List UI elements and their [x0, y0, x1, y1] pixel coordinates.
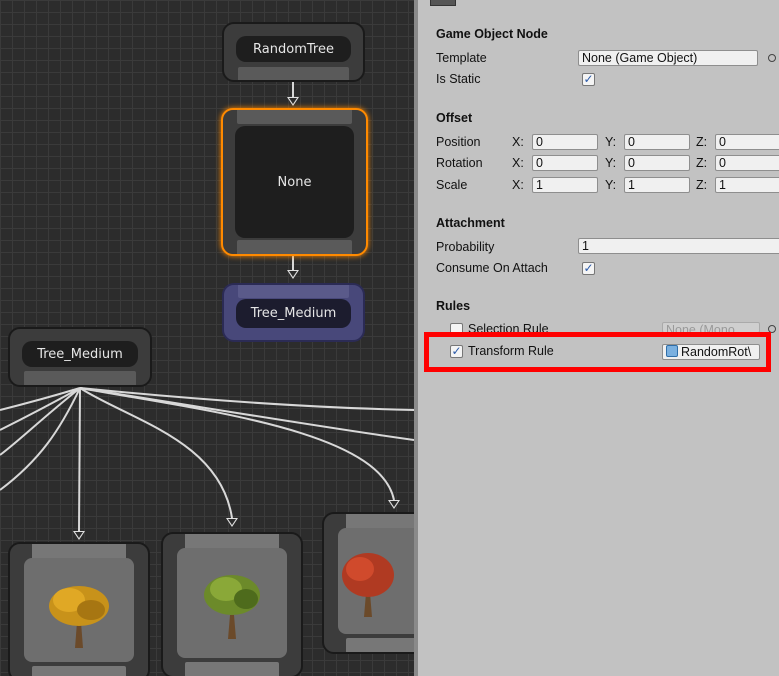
tree-orange-icon	[49, 586, 109, 648]
wire-fan-6	[0, 387, 81, 456]
position-label: Position	[436, 135, 481, 149]
position-y-field[interactable]: 0	[624, 134, 690, 150]
output-port[interactable]	[24, 371, 136, 385]
output-port[interactable]	[185, 662, 279, 676]
highlight-box	[424, 332, 771, 372]
consume-on-attach-label: Consume On Attach	[436, 261, 548, 275]
scale-x-field[interactable]: 1	[532, 177, 598, 193]
consume-on-attach-checkbox[interactable]: ✓	[582, 262, 595, 275]
section-title-rules: Rules	[436, 299, 471, 313]
section-title-attachment: Attachment	[436, 216, 505, 230]
component-icon	[430, 0, 456, 6]
x-label: X:	[512, 135, 524, 149]
x-label: X:	[512, 156, 524, 170]
y-label: Y:	[605, 156, 617, 170]
z-label: Z:	[696, 135, 708, 149]
y-label: Y:	[605, 178, 617, 192]
position-x-field[interactable]: 0	[532, 134, 598, 150]
wire-fan-2	[79, 387, 233, 519]
wire-fan-4	[79, 387, 414, 411]
section-title-game-object-node: Game Object Node	[436, 27, 548, 41]
rotation-y-field[interactable]: 0	[624, 155, 690, 171]
node-random-tree[interactable]: RandomTree	[222, 22, 365, 82]
position-z-field[interactable]: 0	[715, 134, 779, 150]
node-none-selected[interactable]: None	[221, 108, 368, 256]
output-port[interactable]	[346, 638, 414, 652]
x-label: X:	[512, 178, 524, 192]
arrow-icon	[287, 97, 299, 106]
rotation-label: Rotation	[436, 156, 483, 170]
arrow-icon	[73, 531, 85, 540]
is-static-label: Is Static	[436, 72, 481, 86]
z-label: Z:	[696, 156, 708, 170]
rotation-z-field[interactable]: 0	[715, 155, 779, 171]
node-label: None	[235, 126, 354, 238]
scale-label: Scale	[436, 178, 468, 192]
template-label: Template	[436, 51, 487, 65]
probability-label: Probability	[436, 240, 495, 254]
node-tree-medium-purple[interactable]: Tree_Medium	[222, 283, 365, 342]
tree-thumbnail	[177, 548, 287, 658]
node-tree-green[interactable]	[161, 532, 303, 676]
is-static-checkbox[interactable]: ✓	[582, 73, 595, 86]
section-title-offset: Offset	[436, 111, 473, 125]
rotation-x-field[interactable]: 0	[532, 155, 598, 171]
wire-fan-7	[0, 387, 81, 431]
y-label: Y:	[605, 135, 617, 149]
output-port[interactable]	[32, 666, 126, 676]
scale-z-field[interactable]: 1	[715, 177, 779, 193]
wire-fan-3	[79, 387, 395, 501]
output-port[interactable]	[238, 67, 349, 80]
arrow-icon	[388, 500, 400, 509]
tree-red-icon	[342, 553, 394, 617]
arrow-icon	[287, 270, 299, 279]
z-label: Z:	[696, 178, 708, 192]
probability-field[interactable]: 1	[578, 238, 779, 254]
node-graph-canvas[interactable]: RandomTree None Tree_Medium Tree_Medium	[0, 0, 414, 676]
input-port[interactable]	[238, 285, 349, 298]
output-port[interactable]	[237, 240, 352, 254]
node-tree-red[interactable]	[322, 512, 414, 654]
node-tree-orange[interactable]	[8, 542, 150, 676]
tree-green-icon	[204, 575, 260, 639]
object-picker-icon[interactable]	[768, 54, 776, 62]
wire-fan-1	[78, 387, 81, 533]
input-port[interactable]	[237, 110, 352, 124]
wire-fan-9	[0, 387, 81, 491]
tree-thumbnail	[338, 528, 414, 634]
arrow-icon	[226, 518, 238, 527]
scale-y-field[interactable]: 1	[624, 177, 690, 193]
template-field[interactable]: None (Game Object)	[578, 50, 758, 66]
node-label: Tree_Medium	[236, 299, 351, 328]
tree-thumbnail	[24, 558, 134, 662]
node-label: Tree_Medium	[22, 341, 138, 367]
node-tree-medium-left[interactable]: Tree_Medium	[8, 327, 152, 387]
node-label: RandomTree	[236, 36, 351, 62]
